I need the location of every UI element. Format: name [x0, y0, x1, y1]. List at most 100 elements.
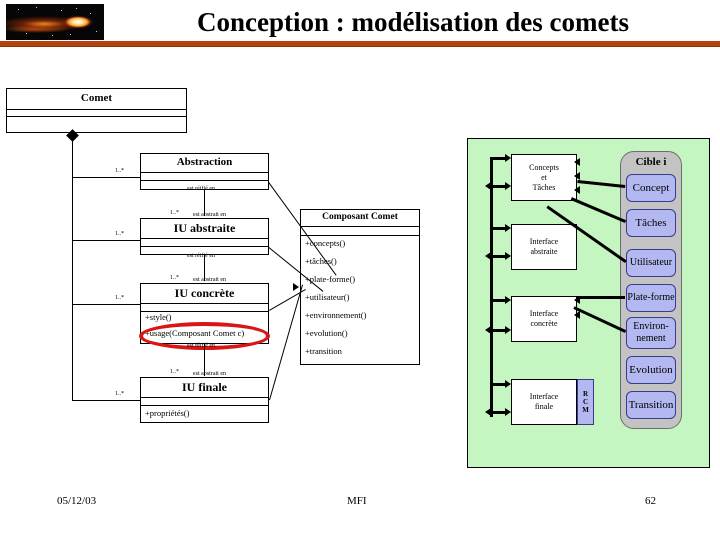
panel-arrowhead [485, 408, 491, 416]
panel-arrow-bidir [490, 411, 506, 414]
mapping-arrowhead [574, 296, 580, 304]
comet-banner-image [6, 4, 104, 40]
panel-arrow-in [490, 299, 506, 302]
target-item-label: Tâches [635, 217, 667, 229]
uml-separator [7, 109, 186, 110]
uml-class-iu-abstraite: IU abstraite [140, 218, 269, 255]
relation-label-reified: est réifié en [187, 343, 215, 349]
uml-class-iu-finale: IU finale +propriétés() [140, 377, 269, 423]
panel-layer-interface-abstraite: Interface abstraite [511, 224, 577, 270]
panel-arrowhead [505, 252, 511, 260]
panel-layer-concepts-taches: Concepts et Tâches [511, 154, 577, 201]
target-item-label: Utilisateur [629, 257, 673, 268]
target-item-label: Environ- nement [633, 321, 669, 344]
uml-member: +propriétés() [145, 408, 190, 418]
uml-member: +environnement() [305, 310, 367, 320]
rcm-letter: M [582, 406, 589, 414]
panel-arrowhead [485, 252, 491, 260]
panel-layer-interface-finale: Interface finale [511, 379, 577, 425]
composition-branch [72, 400, 140, 401]
uml-class-comet: Comet [6, 88, 187, 133]
panel-arrow-bidir [490, 255, 506, 258]
uml-member: +style() [145, 312, 172, 322]
panel-arrowhead [505, 296, 511, 304]
multiplicity-label: 1..* [170, 275, 179, 281]
slide-header: Conception : modélisation des comets [0, 0, 720, 47]
uml-class-abstraction-name: Abstraction [176, 156, 233, 168]
uml-class-composant-comet-name: Composant Comet [322, 212, 398, 222]
target-item-concept: Concept [626, 174, 676, 202]
footer-center-text: MFI [347, 495, 367, 507]
panel-arrowhead [485, 326, 491, 334]
multiplicity-label: 1..* [115, 391, 124, 397]
panel-layer-label: Interface finale [529, 392, 559, 411]
panel-arrow-in [490, 383, 506, 386]
panel-arrowhead [505, 224, 511, 232]
relation-label-reified: est réifié en [187, 253, 215, 259]
uml-class-comet-name: Comet [80, 92, 113, 104]
mapping-arrowhead [574, 311, 580, 319]
target-item-transition: Transition [626, 391, 676, 419]
target-group-title: Cible i [635, 156, 667, 168]
uml-separator [301, 226, 419, 227]
panel-layer-interface-concrete: Interface concrète [511, 296, 577, 342]
footer-page-number: 62 [645, 495, 656, 507]
panel-arrowhead [505, 182, 511, 190]
uml-class-iu-finale-name: IU finale [182, 380, 227, 394]
uml-separator [141, 397, 268, 398]
uml-separator [301, 235, 419, 236]
multiplicity-label: 1..* [170, 369, 179, 375]
mapping-line-environnement [573, 306, 627, 333]
dependency-arrowhead [293, 283, 299, 291]
multiplicity-label: 1..* [170, 210, 179, 216]
panel-layer-label: Concepts et Tâches [529, 162, 559, 192]
target-item-plate-forme: Plate-forme [626, 284, 676, 312]
architecture-panel: Concepts et Tâches Interface abstraite I… [467, 138, 710, 468]
panel-arrowhead [505, 154, 511, 162]
mapping-arrowhead [574, 158, 580, 166]
page-title: Conception : modélisation des comets [197, 6, 629, 37]
panel-arrow-in [490, 227, 506, 230]
target-item-label: Concept [632, 182, 670, 194]
multiplicity-label: 1..* [115, 168, 124, 174]
target-item-label: Plate-forme [627, 292, 675, 303]
panel-arrow-bidir [490, 329, 506, 332]
uml-class-iu-abstraite-name: IU abstraite [173, 221, 236, 235]
uml-class-iu-concrete-name: IU concrète [174, 286, 235, 300]
multiplicity-label: 1..* [115, 231, 124, 237]
uml-separator [141, 172, 268, 173]
uml-member: +tâches() [305, 256, 337, 266]
rcm-letter: R [582, 390, 589, 398]
panel-arrow-bidir [490, 185, 506, 188]
composition-branch [72, 240, 140, 241]
target-item-taches: Tâches [626, 209, 676, 237]
panel-arrowhead [505, 380, 511, 388]
composition-branch [72, 177, 140, 178]
footer-date: 05/12/03 [57, 495, 97, 507]
target-item-label: Evolution [629, 364, 673, 376]
dependency-line [269, 284, 304, 401]
uml-member: +utilisateur() [305, 292, 350, 302]
panel-arrowhead [505, 408, 511, 416]
panel-arrowhead [505, 326, 511, 334]
mapping-arrowhead [574, 186, 580, 194]
panel-arrowhead [485, 182, 491, 190]
target-item-environnement: Environ- nement [626, 317, 676, 349]
multiplicity-label: 1..* [115, 295, 124, 301]
uml-separator [141, 405, 268, 406]
panel-layer-label: Interface abstraite [529, 237, 559, 256]
panel-rcm-badge: R C M [577, 379, 594, 425]
uml-member: +transition [305, 346, 342, 356]
uml-separator [141, 246, 268, 247]
target-item-label: Transition [628, 399, 674, 411]
mapping-line-taches [570, 197, 626, 223]
rcm-letter: C [582, 398, 589, 406]
uml-class-abstraction: Abstraction [140, 153, 269, 190]
panel-arrow-in [490, 157, 506, 160]
uml-separator [7, 116, 186, 117]
uml-member: +evolution() [305, 328, 348, 338]
mapping-arrowhead [574, 172, 580, 180]
uml-separator [141, 180, 268, 181]
uml-separator [141, 238, 268, 239]
composition-branch [72, 304, 140, 305]
